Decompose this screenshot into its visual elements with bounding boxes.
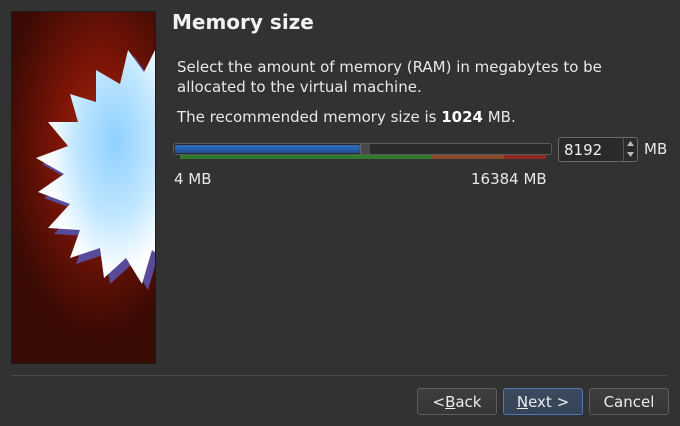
memory-slider[interactable] [173,143,552,155]
zone-safe [180,155,432,159]
zone-danger [504,155,546,159]
spin-up-button[interactable] [624,138,637,149]
spin-buttons [623,138,637,161]
recommended-value: 1024 [441,108,483,126]
memory-unit-label: MB [644,140,668,158]
back-button-prefix: < [432,392,446,411]
back-button-rest: ack [455,392,482,411]
recommendation-prefix: The recommended memory size is [177,108,442,126]
recommendation-suffix: MB. [482,108,516,126]
page-title: Memory size [172,10,314,34]
description-text: Select the amount of memory (RAM) in meg… [177,58,602,96]
memory-spinbox[interactable] [558,137,638,162]
next-button-mnemonic: N [516,392,529,411]
zone-warning [432,155,504,159]
memory-slider-handle[interactable] [360,144,370,154]
back-button-mnemonic: B [445,392,456,411]
memory-slider-fill [175,145,360,153]
back-button[interactable]: < Back [417,388,497,415]
memory-input[interactable] [559,138,623,161]
max-memory-label: 16384 MB [471,170,547,188]
spin-down-button[interactable] [624,149,637,160]
next-button[interactable]: Next > [503,388,583,415]
recommendation-text: The recommended memory size is 1024 MB. [177,107,516,127]
min-memory-label: 4 MB [174,170,212,188]
next-button-rest: ext > [528,392,570,411]
button-divider [11,375,668,376]
memory-zone-indicator [180,155,546,159]
starburst-graphic [36,50,155,290]
wizard-side-image [11,11,156,364]
cancel-button[interactable]: Cancel [589,388,669,415]
arrow-down-icon [627,152,634,157]
arrow-up-icon [627,141,634,146]
